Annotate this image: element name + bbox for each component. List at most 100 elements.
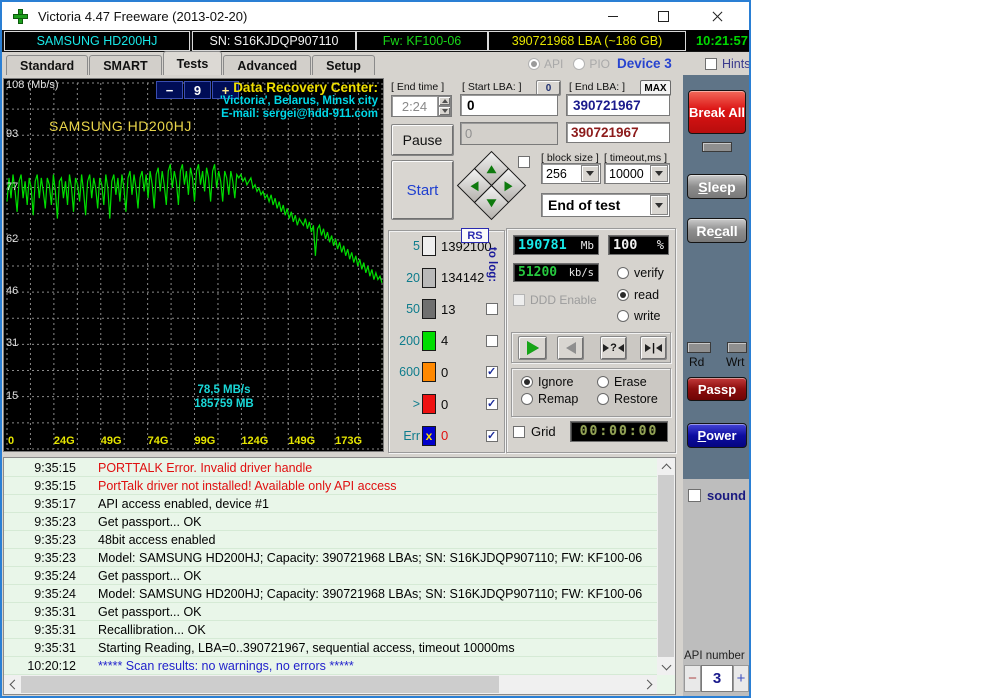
mode-radio-button[interactable] (617, 267, 629, 279)
combo-arrow-button[interactable] (581, 165, 599, 182)
log-row[interactable]: 9:35:31Starting Reading, LBA=0..39072196… (4, 639, 657, 657)
log-message: Model: SAMSUNG HD200HJ; Capacity: 390721… (98, 587, 642, 601)
mode-radio-button[interactable] (617, 310, 629, 322)
horizontal-scroll-thumb[interactable] (21, 676, 499, 693)
loop-checkbox[interactable] (518, 156, 530, 168)
log-row[interactable]: 9:35:2348bit access enabled (4, 531, 657, 549)
timeout-combo[interactable]: 10000 (604, 163, 670, 184)
spin-up-button[interactable] (438, 96, 451, 106)
api-radio[interactable] (528, 58, 540, 70)
to-log-checkbox[interactable] (486, 335, 498, 347)
ddd-checkbox[interactable] (513, 294, 525, 306)
scroll-right-button[interactable] (640, 675, 657, 694)
spin-down-button[interactable] (438, 106, 451, 116)
sleep-button[interactable]: Sleep (687, 174, 747, 199)
sound-checkbox[interactable] (688, 489, 701, 502)
log-row[interactable]: 9:35:23Get passport... OK (4, 513, 657, 531)
log-row[interactable]: 9:35:24 Model: SAMSUNG HD200HJ; Capacity:… (4, 585, 657, 603)
maximize-button[interactable] (640, 2, 686, 30)
victoria-window: Victoria 4.47 Freeware (2013-02-20) SAMS… (0, 0, 751, 698)
log-horizontal-scrollbar[interactable] (4, 675, 657, 694)
log-row[interactable]: 9:35:24Get passport... OK (4, 567, 657, 585)
bad-action-radio-button[interactable] (521, 393, 533, 405)
speed-display: 51200 kb/s (513, 263, 599, 282)
end-time-spinner[interactable]: 2:24 (391, 95, 452, 117)
api-number-value[interactable]: 3 (701, 665, 733, 692)
start-button[interactable]: Start (391, 160, 454, 220)
tab-smart[interactable]: SMART (89, 55, 161, 75)
log-row[interactable]: 9:35:31Get passport... OK (4, 603, 657, 621)
bad-action-radio-button[interactable] (597, 393, 609, 405)
ddd-group: DDD Enable (513, 293, 597, 307)
to-log-checkbox[interactable] (486, 430, 498, 442)
start-lba-label: [ Start LBA: ] (462, 81, 522, 93)
minimize-button[interactable] (590, 2, 636, 30)
legend-color-block (422, 236, 436, 256)
playback-back-button[interactable] (557, 336, 584, 360)
title-bar[interactable]: Victoria 4.47 Freeware (2013-02-20) (2, 2, 749, 30)
mode-radio-write: write (617, 309, 660, 323)
hints-checkbox[interactable] (705, 58, 717, 70)
zoom-out-button[interactable]: − (156, 81, 183, 99)
timer-value: 00:00:00 (580, 424, 659, 439)
percent-value: 100 (613, 237, 637, 253)
tab-setup[interactable]: Setup (312, 55, 375, 75)
y-axis-tick-label: 108 (Mb/s) (6, 79, 59, 91)
log-row[interactable]: 9:35:15PORTTALK Error. Invalid driver ha… (4, 459, 657, 477)
scroll-left-button[interactable] (4, 675, 21, 694)
playback-play-button[interactable] (518, 336, 547, 360)
log-row[interactable]: 9:35:31Recallibration... OK (4, 621, 657, 639)
read-led (687, 342, 711, 353)
power-button[interactable]: Power (687, 423, 747, 448)
vertical-scroll-thumb[interactable] (658, 475, 674, 657)
playback-skip-search-button[interactable]: ? (600, 336, 627, 360)
end-time-label: [ End time ] (391, 81, 444, 93)
to-log-checkbox[interactable] (486, 366, 498, 378)
to-log-checkbox[interactable] (486, 303, 498, 315)
tab-standard[interactable]: Standard (6, 55, 88, 75)
mb-unit: Mb (581, 239, 594, 252)
bad-action-radio-button[interactable] (597, 376, 609, 388)
end-lba-input[interactable] (571, 97, 665, 114)
legend-row: 20134142 (393, 267, 484, 289)
banner-line3: E-mail: sergei@hdd-911.com (220, 108, 378, 121)
close-button[interactable] (694, 2, 740, 30)
combo-arrow-button[interactable] (650, 195, 668, 215)
block-size-combo[interactable]: 256 (541, 163, 601, 184)
pio-radio[interactable] (573, 58, 585, 70)
api-number-minus-button[interactable]: − (684, 665, 701, 692)
device-selector[interactable]: Device 3 (617, 56, 672, 71)
scroll-down-button[interactable] (657, 658, 675, 675)
speed-graph[interactable]: 108 (Mb/s)937762463115 024G49G74G99G124G… (3, 78, 384, 452)
log-row[interactable]: 9:35:23Model: SAMSUNG HD200HJ; Capacity:… (4, 549, 657, 567)
end-action-value: End of test (548, 197, 620, 213)
api-radio-label: API (544, 57, 563, 71)
break-all-button[interactable]: Break All (688, 90, 746, 134)
bad-action-radio-label: Ignore (538, 375, 573, 389)
mode-radio-button[interactable] (617, 289, 629, 301)
log-timestamp: 9:35:23 (4, 515, 76, 529)
log-row[interactable]: 10:20:12***** Scan results: no warnings,… (4, 657, 657, 675)
scroll-up-button[interactable] (657, 458, 675, 475)
log-row[interactable]: 9:35:17API access enabled, device #1 (4, 495, 657, 513)
to-log-checkbox[interactable] (486, 398, 498, 410)
api-number-plus-button[interactable]: + (733, 665, 749, 692)
log-message: 48bit access enabled (98, 533, 215, 547)
playback-skip-end-button[interactable]: | (640, 336, 667, 360)
tab-advanced[interactable]: Advanced (223, 55, 311, 75)
log-timestamp: 9:35:24 (4, 587, 76, 601)
x-axis-tick-label: 124G (241, 435, 268, 447)
passport-button[interactable]: Passp (687, 377, 747, 401)
end-action-combo[interactable]: End of test (541, 193, 670, 217)
log-message: PortTalk driver not installed! Available… (98, 479, 397, 493)
combo-arrow-button[interactable] (650, 165, 668, 182)
rs-button[interactable]: RS (461, 228, 489, 243)
pause-button[interactable]: Pause (391, 124, 454, 156)
grid-checkbox[interactable] (513, 426, 525, 438)
tab-tests[interactable]: Tests (163, 51, 223, 75)
recall-button[interactable]: Recall (687, 218, 747, 243)
log-vertical-scrollbar[interactable] (657, 458, 675, 675)
bad-action-radio-button[interactable] (521, 376, 533, 388)
start-lba-input[interactable] (465, 97, 553, 114)
log-row[interactable]: 9:35:15PortTalk driver not installed! Av… (4, 477, 657, 495)
